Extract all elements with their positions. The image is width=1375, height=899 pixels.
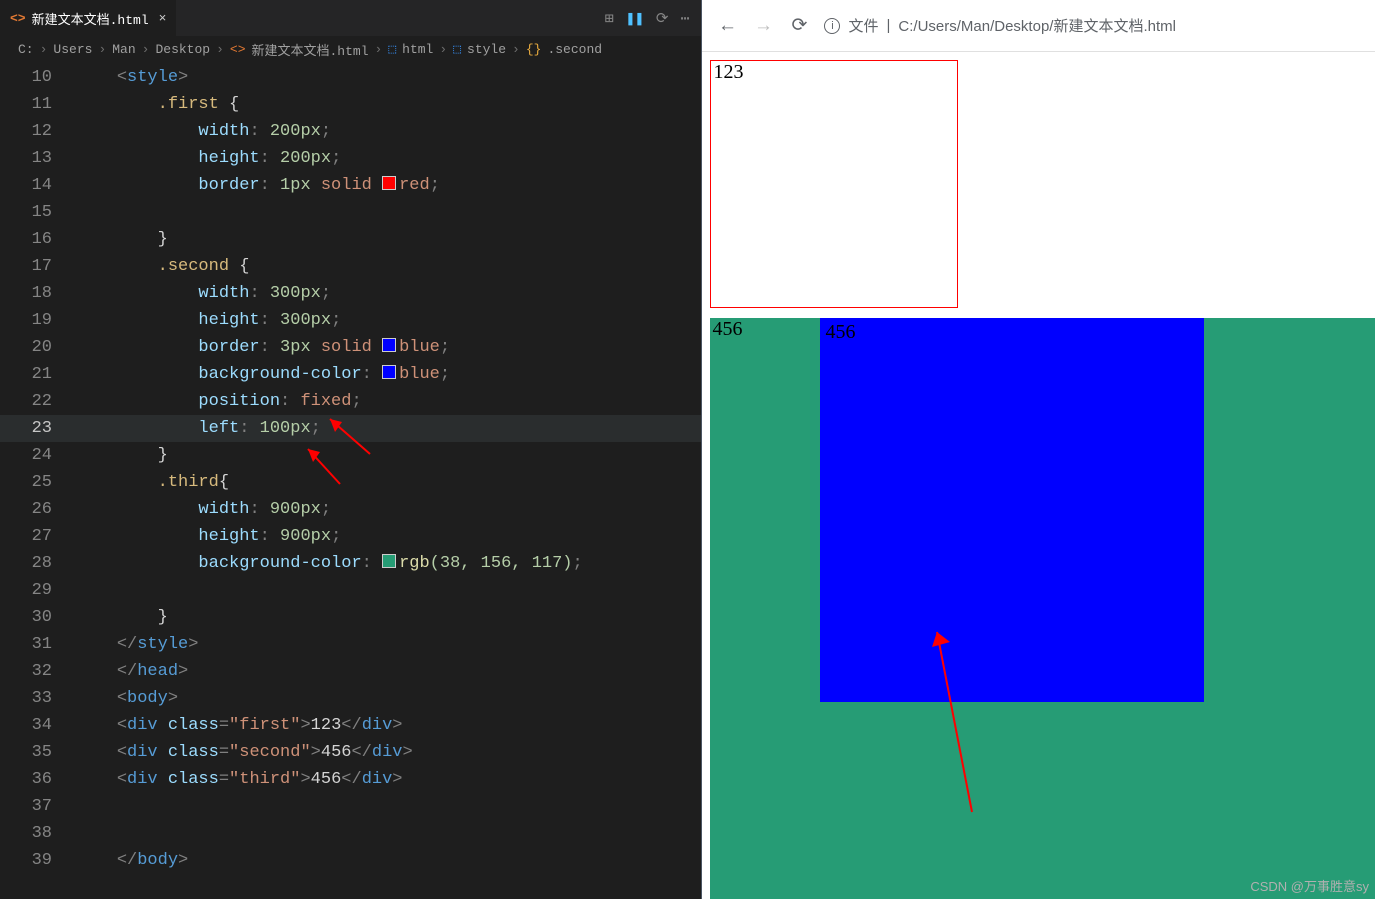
color-swatch-icon [382, 338, 396, 352]
editor-tab[interactable]: <> 新建文本文档.html × [0, 0, 176, 36]
line-number: 39 [0, 847, 76, 874]
line-number: 29 [0, 577, 76, 604]
second-div: 456 [820, 318, 1204, 702]
line-number: 22 [0, 388, 76, 415]
breadcrumb-file[interactable]: 新建文本文档.html [252, 40, 369, 59]
chevron-right-icon: › [375, 42, 383, 57]
breadcrumb-part[interactable]: Man [112, 42, 135, 57]
line-number: 34 [0, 712, 76, 739]
line-number: 32 [0, 658, 76, 685]
line-number: 36 [0, 766, 76, 793]
page-viewport: 123 456 456 [702, 52, 1375, 899]
editor-pane: <> 新建文本文档.html × ⊞ ❚❚ ⟳ ⋯ C: › Users › Man… [0, 0, 701, 899]
chevron-right-icon: › [216, 42, 224, 57]
line-number: 35 [0, 739, 76, 766]
brace-icon: {} [526, 42, 542, 57]
tag-icon: ⬚ [388, 42, 396, 57]
line-number: 25 [0, 469, 76, 496]
line-number: 17 [0, 253, 76, 280]
line-number: 31 [0, 631, 76, 658]
chevron-right-icon: › [439, 42, 447, 57]
browser-pane: ← → ⟳ i 文件 | C:/Users/Man/Desktop/新建文本文档… [702, 0, 1375, 899]
info-icon: i [824, 18, 840, 34]
tab-title: 新建文本文档.html [32, 9, 149, 28]
line-number: 12 [0, 118, 76, 145]
chevron-right-icon: › [40, 42, 48, 57]
breadcrumb[interactable]: C: › Users › Man › Desktop › <> 新建文本文档.html ›… [0, 36, 701, 62]
breadcrumb-node[interactable]: style [467, 42, 506, 57]
url-prefix: 文件 [848, 15, 878, 36]
url-separator: | [887, 17, 891, 34]
line-number: 37 [0, 793, 76, 820]
close-icon[interactable]: × [159, 11, 167, 26]
grid-icon[interactable]: ⊞ [605, 9, 614, 28]
chevron-right-icon: › [98, 42, 106, 57]
watermark: CSDN @万事胜意sy [1250, 876, 1369, 895]
line-number: 11 [0, 91, 76, 118]
tag-icon: ⬚ [453, 42, 461, 57]
line-number: 19 [0, 307, 76, 334]
line-number: 21 [0, 361, 76, 388]
color-swatch-icon [382, 176, 396, 190]
line-number: 10 [0, 64, 76, 91]
line-number: 23 [0, 415, 76, 442]
annotation-arrow-icon [922, 622, 1002, 822]
breadcrumb-node[interactable]: html [402, 42, 433, 57]
code-editor[interactable]: 10 <style> 11 .first { 12 width: 200px; … [0, 62, 701, 899]
html-file-icon: <> [10, 11, 26, 26]
forward-button[interactable]: → [752, 15, 774, 37]
html-file-icon: <> [230, 42, 246, 57]
editor-actions: ⊞ ❚❚ ⟳ ⋯ [605, 9, 702, 28]
breadcrumb-part[interactable]: Desktop [155, 42, 210, 57]
tab-bar: <> 新建文本文档.html × ⊞ ❚❚ ⟳ ⋯ [0, 0, 701, 36]
line-number: 30 [0, 604, 76, 631]
line-number: 24 [0, 442, 76, 469]
line-number: 18 [0, 280, 76, 307]
more-icon[interactable]: ⋯ [680, 9, 689, 28]
color-swatch-icon [382, 365, 396, 379]
address-bar[interactable]: C:/Users/Man/Desktop/新建文本文档.html [898, 15, 1176, 36]
line-number: 20 [0, 334, 76, 361]
line-number: 28 [0, 550, 76, 577]
breadcrumb-part[interactable]: C: [18, 42, 34, 57]
line-number: 26 [0, 496, 76, 523]
line-number: 15 [0, 199, 76, 226]
browser-toolbar: ← → ⟳ i 文件 | C:/Users/Man/Desktop/新建文本文档… [702, 0, 1375, 52]
line-number: 14 [0, 172, 76, 199]
site-info-button[interactable]: i 文件 | C:/Users/Man/Desktop/新建文本文档.html [824, 15, 1175, 36]
line-number: 13 [0, 145, 76, 172]
first-div: 123 [710, 60, 958, 308]
reload-button[interactable]: ⟳ [788, 14, 810, 37]
chevron-right-icon: › [512, 42, 520, 57]
line-number: 33 [0, 685, 76, 712]
pause-icon[interactable]: ❚❚ [626, 9, 644, 28]
back-button[interactable]: ← [716, 15, 738, 37]
refresh-icon[interactable]: ⟳ [656, 9, 669, 28]
chevron-right-icon: › [142, 42, 150, 57]
line-number: 38 [0, 820, 76, 847]
line-number: 27 [0, 523, 76, 550]
breadcrumb-part[interactable]: Users [53, 42, 92, 57]
color-swatch-icon [382, 554, 396, 568]
line-number: 16 [0, 226, 76, 253]
breadcrumb-node[interactable]: .second [547, 42, 602, 57]
